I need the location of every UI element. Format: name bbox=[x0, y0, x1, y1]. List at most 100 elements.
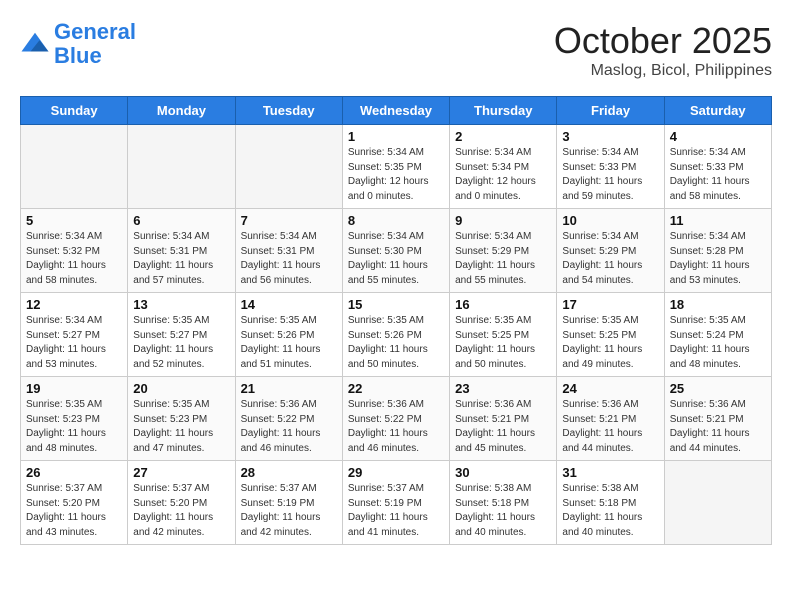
logo: General Blue bbox=[20, 20, 136, 68]
day-info: Sunrise: 5:35 AMSunset: 5:26 PMDaylight:… bbox=[348, 314, 444, 372]
day-info: Sunrise: 5:35 AMSunset: 5:26 PMDaylight:… bbox=[241, 314, 337, 372]
calendar-cell: 1 Sunrise: 5:34 AMSunset: 5:35 PMDayligh… bbox=[342, 125, 449, 209]
day-number: 9 bbox=[455, 213, 551, 228]
day-info: Sunrise: 5:34 AMSunset: 5:28 PMDaylight:… bbox=[670, 230, 766, 288]
calendar-cell bbox=[21, 125, 128, 209]
header-row: SundayMondayTuesdayWednesdayThursdayFrid… bbox=[21, 97, 772, 125]
day-number: 22 bbox=[348, 381, 444, 396]
calendar-cell: 15 Sunrise: 5:35 AMSunset: 5:26 PMDaylig… bbox=[342, 293, 449, 377]
day-info: Sunrise: 5:34 AMSunset: 5:34 PMDaylight:… bbox=[455, 146, 551, 204]
week-row-2: 5 Sunrise: 5:34 AMSunset: 5:32 PMDayligh… bbox=[21, 209, 772, 293]
calendar-cell: 23 Sunrise: 5:36 AMSunset: 5:21 PMDaylig… bbox=[450, 377, 557, 461]
day-number: 8 bbox=[348, 213, 444, 228]
day-number: 23 bbox=[455, 381, 551, 396]
day-info: Sunrise: 5:36 AMSunset: 5:22 PMDaylight:… bbox=[241, 398, 337, 456]
calendar-cell: 20 Sunrise: 5:35 AMSunset: 5:23 PMDaylig… bbox=[128, 377, 235, 461]
day-number: 1 bbox=[348, 129, 444, 144]
calendar-cell bbox=[664, 461, 771, 545]
calendar-cell: 14 Sunrise: 5:35 AMSunset: 5:26 PMDaylig… bbox=[235, 293, 342, 377]
week-row-4: 19 Sunrise: 5:35 AMSunset: 5:23 PMDaylig… bbox=[21, 377, 772, 461]
calendar-cell: 13 Sunrise: 5:35 AMSunset: 5:27 PMDaylig… bbox=[128, 293, 235, 377]
day-number: 25 bbox=[670, 381, 766, 396]
day-info: Sunrise: 5:37 AMSunset: 5:20 PMDaylight:… bbox=[133, 482, 229, 540]
day-number: 24 bbox=[562, 381, 658, 396]
day-number: 2 bbox=[455, 129, 551, 144]
calendar-cell: 5 Sunrise: 5:34 AMSunset: 5:32 PMDayligh… bbox=[21, 209, 128, 293]
logo-text: General Blue bbox=[54, 20, 136, 68]
week-row-5: 26 Sunrise: 5:37 AMSunset: 5:20 PMDaylig… bbox=[21, 461, 772, 545]
week-row-1: 1 Sunrise: 5:34 AMSunset: 5:35 PMDayligh… bbox=[21, 125, 772, 209]
header-cell-saturday: Saturday bbox=[664, 97, 771, 125]
calendar-cell: 18 Sunrise: 5:35 AMSunset: 5:24 PMDaylig… bbox=[664, 293, 771, 377]
calendar-cell: 25 Sunrise: 5:36 AMSunset: 5:21 PMDaylig… bbox=[664, 377, 771, 461]
calendar-cell: 4 Sunrise: 5:34 AMSunset: 5:33 PMDayligh… bbox=[664, 125, 771, 209]
calendar-cell: 29 Sunrise: 5:37 AMSunset: 5:19 PMDaylig… bbox=[342, 461, 449, 545]
day-number: 30 bbox=[455, 465, 551, 480]
calendar-cell: 21 Sunrise: 5:36 AMSunset: 5:22 PMDaylig… bbox=[235, 377, 342, 461]
location: Maslog, Bicol, Philippines bbox=[554, 62, 772, 80]
calendar-cell: 22 Sunrise: 5:36 AMSunset: 5:22 PMDaylig… bbox=[342, 377, 449, 461]
calendar-cell: 30 Sunrise: 5:38 AMSunset: 5:18 PMDaylig… bbox=[450, 461, 557, 545]
calendar-cell: 11 Sunrise: 5:34 AMSunset: 5:28 PMDaylig… bbox=[664, 209, 771, 293]
day-number: 31 bbox=[562, 465, 658, 480]
day-info: Sunrise: 5:36 AMSunset: 5:22 PMDaylight:… bbox=[348, 398, 444, 456]
calendar-cell: 19 Sunrise: 5:35 AMSunset: 5:23 PMDaylig… bbox=[21, 377, 128, 461]
day-info: Sunrise: 5:34 AMSunset: 5:29 PMDaylight:… bbox=[455, 230, 551, 288]
day-number: 5 bbox=[26, 213, 122, 228]
day-number: 7 bbox=[241, 213, 337, 228]
day-info: Sunrise: 5:37 AMSunset: 5:19 PMDaylight:… bbox=[241, 482, 337, 540]
day-info: Sunrise: 5:37 AMSunset: 5:20 PMDaylight:… bbox=[26, 482, 122, 540]
month-title: October 2025 bbox=[554, 20, 772, 62]
day-info: Sunrise: 5:38 AMSunset: 5:18 PMDaylight:… bbox=[455, 482, 551, 540]
day-info: Sunrise: 5:34 AMSunset: 5:35 PMDaylight:… bbox=[348, 146, 444, 204]
header-cell-sunday: Sunday bbox=[21, 97, 128, 125]
day-info: Sunrise: 5:37 AMSunset: 5:19 PMDaylight:… bbox=[348, 482, 444, 540]
day-number: 10 bbox=[562, 213, 658, 228]
calendar-cell: 27 Sunrise: 5:37 AMSunset: 5:20 PMDaylig… bbox=[128, 461, 235, 545]
title-block: October 2025 Maslog, Bicol, Philippines bbox=[554, 20, 772, 80]
day-number: 26 bbox=[26, 465, 122, 480]
day-number: 13 bbox=[133, 297, 229, 312]
day-info: Sunrise: 5:35 AMSunset: 5:25 PMDaylight:… bbox=[562, 314, 658, 372]
header-cell-tuesday: Tuesday bbox=[235, 97, 342, 125]
day-info: Sunrise: 5:34 AMSunset: 5:30 PMDaylight:… bbox=[348, 230, 444, 288]
day-number: 18 bbox=[670, 297, 766, 312]
calendar-cell: 26 Sunrise: 5:37 AMSunset: 5:20 PMDaylig… bbox=[21, 461, 128, 545]
day-number: 17 bbox=[562, 297, 658, 312]
header-cell-monday: Monday bbox=[128, 97, 235, 125]
day-info: Sunrise: 5:34 AMSunset: 5:32 PMDaylight:… bbox=[26, 230, 122, 288]
header-cell-wednesday: Wednesday bbox=[342, 97, 449, 125]
day-info: Sunrise: 5:35 AMSunset: 5:23 PMDaylight:… bbox=[133, 398, 229, 456]
day-info: Sunrise: 5:34 AMSunset: 5:29 PMDaylight:… bbox=[562, 230, 658, 288]
calendar-cell bbox=[235, 125, 342, 209]
day-info: Sunrise: 5:34 AMSunset: 5:27 PMDaylight:… bbox=[26, 314, 122, 372]
calendar-cell bbox=[128, 125, 235, 209]
day-info: Sunrise: 5:34 AMSunset: 5:33 PMDaylight:… bbox=[562, 146, 658, 204]
day-info: Sunrise: 5:34 AMSunset: 5:31 PMDaylight:… bbox=[133, 230, 229, 288]
day-number: 28 bbox=[241, 465, 337, 480]
day-number: 14 bbox=[241, 297, 337, 312]
day-number: 6 bbox=[133, 213, 229, 228]
calendar-cell: 31 Sunrise: 5:38 AMSunset: 5:18 PMDaylig… bbox=[557, 461, 664, 545]
week-row-3: 12 Sunrise: 5:34 AMSunset: 5:27 PMDaylig… bbox=[21, 293, 772, 377]
day-info: Sunrise: 5:34 AMSunset: 5:31 PMDaylight:… bbox=[241, 230, 337, 288]
calendar-cell: 12 Sunrise: 5:34 AMSunset: 5:27 PMDaylig… bbox=[21, 293, 128, 377]
day-info: Sunrise: 5:35 AMSunset: 5:24 PMDaylight:… bbox=[670, 314, 766, 372]
day-info: Sunrise: 5:36 AMSunset: 5:21 PMDaylight:… bbox=[562, 398, 658, 456]
day-number: 4 bbox=[670, 129, 766, 144]
day-number: 21 bbox=[241, 381, 337, 396]
logo-icon bbox=[20, 29, 50, 59]
calendar-cell: 3 Sunrise: 5:34 AMSunset: 5:33 PMDayligh… bbox=[557, 125, 664, 209]
day-number: 3 bbox=[562, 129, 658, 144]
header-cell-thursday: Thursday bbox=[450, 97, 557, 125]
calendar-cell: 24 Sunrise: 5:36 AMSunset: 5:21 PMDaylig… bbox=[557, 377, 664, 461]
day-number: 29 bbox=[348, 465, 444, 480]
day-info: Sunrise: 5:38 AMSunset: 5:18 PMDaylight:… bbox=[562, 482, 658, 540]
page-header: General Blue October 2025 Maslog, Bicol,… bbox=[20, 20, 772, 80]
day-info: Sunrise: 5:35 AMSunset: 5:23 PMDaylight:… bbox=[26, 398, 122, 456]
day-info: Sunrise: 5:34 AMSunset: 5:33 PMDaylight:… bbox=[670, 146, 766, 204]
day-number: 20 bbox=[133, 381, 229, 396]
calendar-cell: 8 Sunrise: 5:34 AMSunset: 5:30 PMDayligh… bbox=[342, 209, 449, 293]
day-number: 16 bbox=[455, 297, 551, 312]
day-number: 19 bbox=[26, 381, 122, 396]
